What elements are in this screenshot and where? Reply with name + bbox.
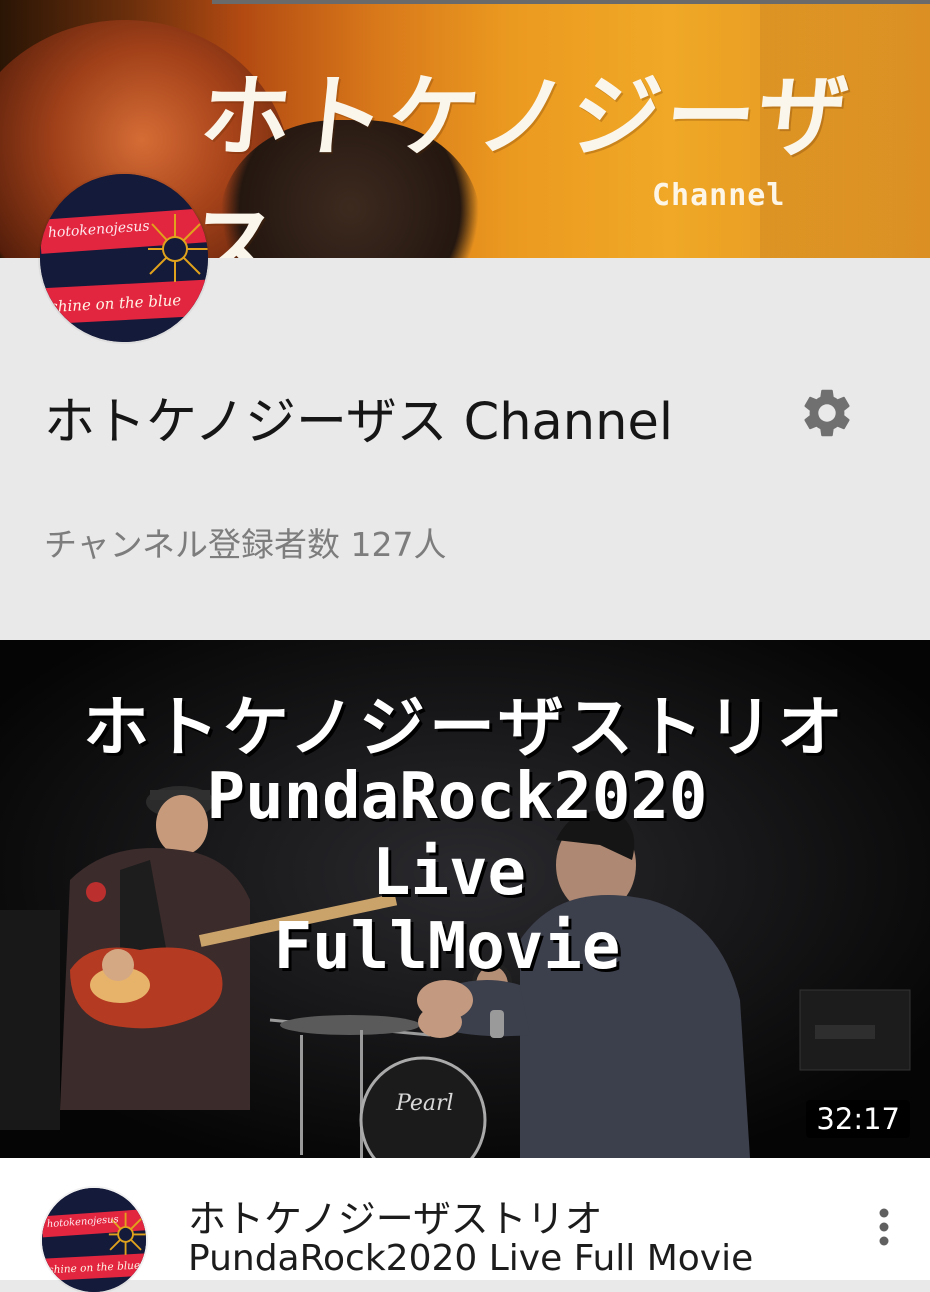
avatar-logo-small: hotokenojesus shine on the blue bbox=[42, 1188, 146, 1292]
banner-subtitle: Channel bbox=[652, 178, 786, 213]
video-duration-badge: 32:17 bbox=[806, 1100, 910, 1138]
banner-title: ホトケノジーザス bbox=[181, 65, 858, 258]
video-channel-avatar[interactable]: hotokenojesus shine on the blue bbox=[42, 1188, 146, 1292]
loading-bar bbox=[212, 0, 930, 4]
thumbnail-title-line2: PundaRock2020 bbox=[206, 760, 708, 834]
thumbnail-title-line1: ホトケノジーザストリオ bbox=[82, 689, 848, 766]
video-title-line1[interactable]: ホトケノジーザストリオ bbox=[188, 1188, 603, 1243]
avatar-logo: hotokenojesus shine on the blue bbox=[40, 174, 208, 342]
video-title-line2[interactable]: PundaRock2020 Live Full Movie bbox=[188, 1238, 753, 1279]
channel-avatar[interactable]: hotokenojesus shine on the blue bbox=[40, 174, 208, 342]
video-more-options-button[interactable] bbox=[866, 1202, 902, 1252]
subscriber-count: チャンネル登録者数 127人 bbox=[44, 525, 447, 564]
video-thumbnail[interactable]: Pearl ホトケノジーザストリオ PundaRock2020 Live Ful… bbox=[0, 640, 930, 1158]
thumbnail-title-line4: FullMovie bbox=[273, 910, 621, 984]
channel-settings-button[interactable] bbox=[796, 382, 858, 444]
drum-logo: Pearl bbox=[395, 1091, 454, 1116]
gear-icon bbox=[804, 389, 850, 437]
channel-name: ホトケノジーザス Channel bbox=[44, 393, 674, 452]
more-vert-icon bbox=[879, 1208, 889, 1246]
thumbnail-title-line3: Live bbox=[371, 836, 527, 910]
